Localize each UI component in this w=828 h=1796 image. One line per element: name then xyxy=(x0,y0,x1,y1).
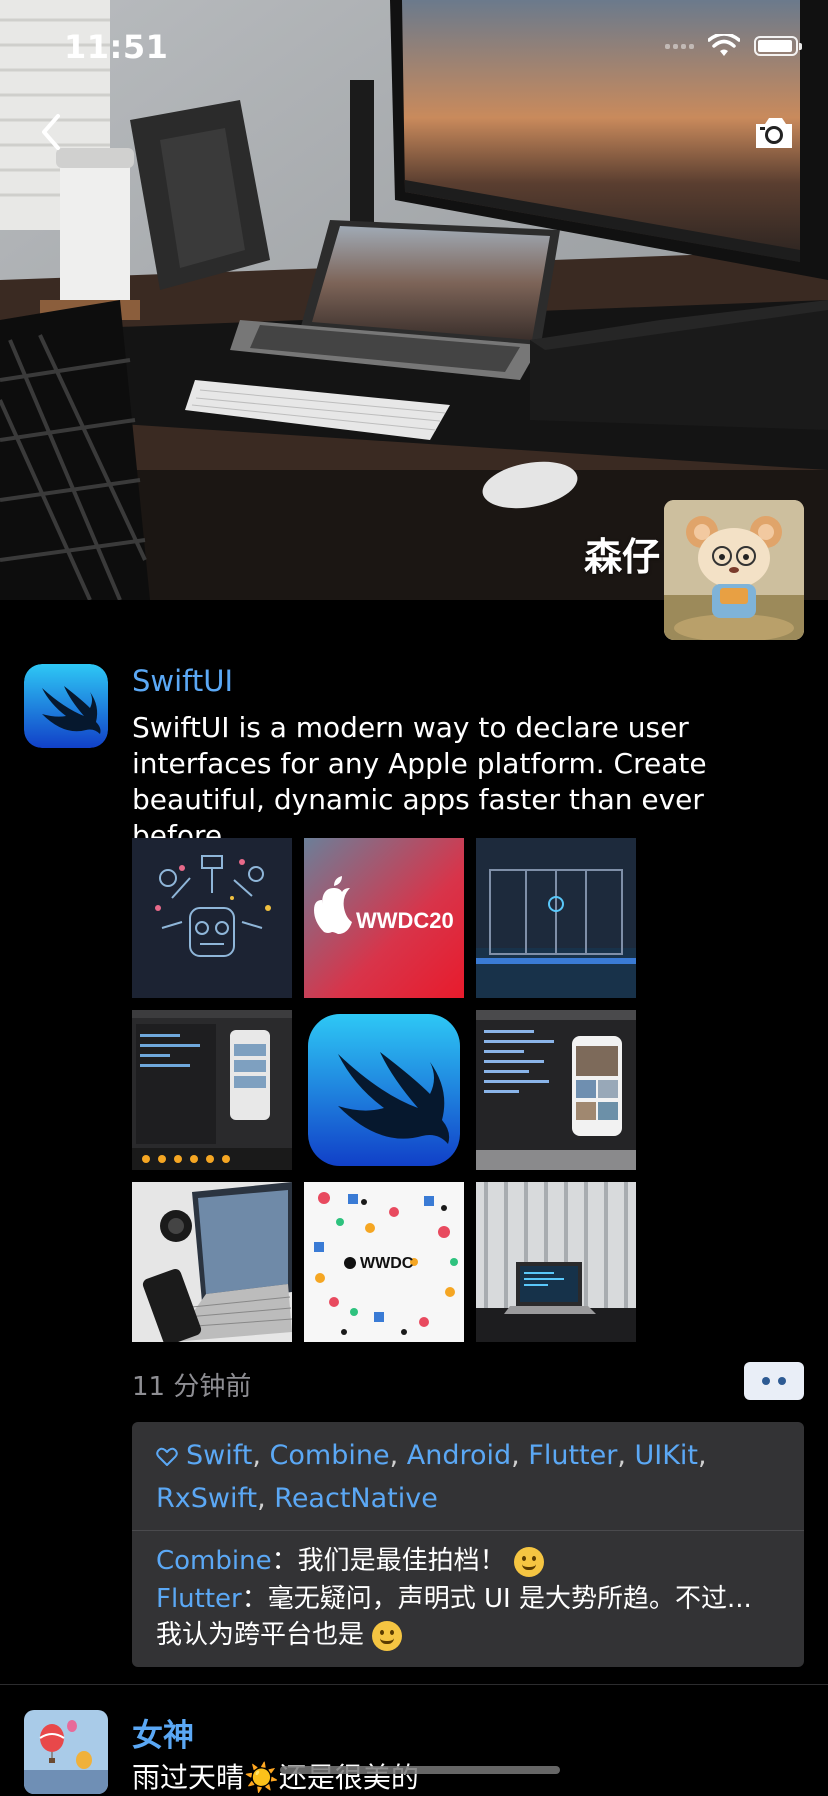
post-image[interactable] xyxy=(476,1182,636,1342)
comments-list: Combine：我们是最佳拍档！ Flutter：毫无疑问，声明式 UI 是大势… xyxy=(132,1531,804,1667)
home-indicator[interactable] xyxy=(280,1766,560,1774)
more-actions-button[interactable] xyxy=(744,1362,804,1400)
interactions-panel: Swift, Combine, Android, Flutter, UIKit,… xyxy=(132,1422,804,1667)
post-image[interactable] xyxy=(132,838,292,998)
comment-item[interactable]: Combine：我们是最佳拍档！ xyxy=(156,1543,780,1579)
like-user[interactable]: ReactNative xyxy=(274,1483,438,1514)
like-user[interactable]: UIKit xyxy=(635,1440,699,1471)
profile-name: 森仔 xyxy=(583,535,660,579)
post-divider xyxy=(0,1684,828,1685)
post-image[interactable]: WWDC xyxy=(304,1182,464,1342)
like-user[interactable]: Combine xyxy=(270,1440,390,1471)
like-user[interactable]: Flutter xyxy=(528,1440,617,1471)
camera-icon[interactable] xyxy=(752,114,796,152)
comment-author[interactable]: Combine xyxy=(156,1546,272,1576)
grinning-emoji-icon xyxy=(513,1546,544,1577)
post-author[interactable]: 女神 xyxy=(132,1710,194,1755)
post-image[interactable] xyxy=(476,1010,636,1170)
back-chevron-icon[interactable] xyxy=(34,112,70,152)
battery-icon xyxy=(754,36,802,56)
post-avatar[interactable] xyxy=(24,664,108,748)
post-timestamp: 11 分钟前 xyxy=(132,1372,252,1402)
comment-item[interactable]: Flutter：毫无疑问，声明式 UI 是大势所趋。不过... 我认为跨平台也是 xyxy=(156,1581,780,1653)
heart-icon xyxy=(156,1447,178,1466)
status-time: 11:51 xyxy=(64,28,169,66)
wwdc20-label: WWDC20 xyxy=(356,908,454,933)
comment-author[interactable]: Flutter xyxy=(156,1584,242,1614)
profile-avatar[interactable] xyxy=(664,500,804,640)
post-text: SwiftUI is a modern way to declare user … xyxy=(132,711,707,852)
post-image[interactable] xyxy=(132,1010,292,1170)
wwdc-label: WWDC xyxy=(360,1255,414,1272)
post-image[interactable] xyxy=(132,1182,292,1342)
wifi-icon xyxy=(708,34,740,56)
post-image[interactable]: WWDC20 xyxy=(304,838,464,998)
post-image[interactable] xyxy=(476,838,636,998)
status-icons xyxy=(665,34,802,58)
like-user[interactable]: RxSwift xyxy=(156,1483,257,1514)
like-user[interactable]: Android xyxy=(407,1440,511,1471)
post-author[interactable]: SwiftUI xyxy=(132,664,233,698)
post-text: 雨过天晴☀️还是很美的 xyxy=(132,1761,419,1794)
comment-text: 我们是最佳拍档！ xyxy=(297,1546,506,1576)
smirk-emoji-icon xyxy=(372,1620,403,1651)
likes-list: Swift, Combine, Android, Flutter, UIKit,… xyxy=(132,1422,804,1531)
signal-icon xyxy=(665,43,694,49)
like-user[interactable]: Swift xyxy=(186,1440,252,1471)
post-image[interactable] xyxy=(304,1010,464,1170)
post-image-grid: WWDC20 WWDC xyxy=(132,838,636,1342)
post-avatar[interactable] xyxy=(24,1710,108,1794)
